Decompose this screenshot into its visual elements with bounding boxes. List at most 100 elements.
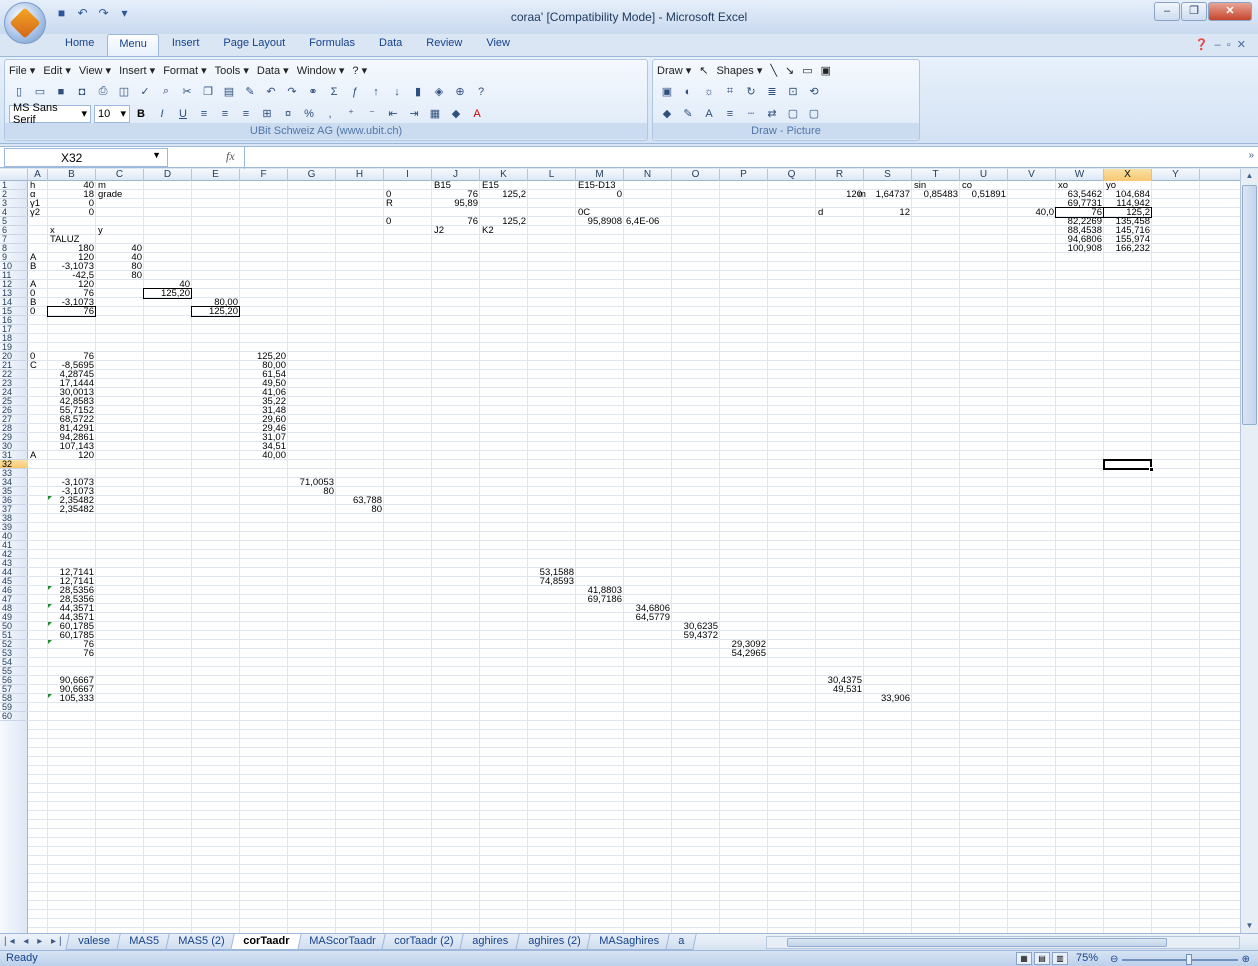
cell-F31[interactable]: 40,00	[240, 451, 288, 461]
sheet-tab[interactable]: MASaghires	[586, 934, 672, 950]
office-button[interactable]	[4, 2, 46, 44]
cell-C2[interactable]: grade	[96, 190, 144, 200]
cell-C6[interactable]: y	[96, 226, 144, 236]
spelling-icon[interactable]: ✓	[135, 82, 155, 101]
cell-A21[interactable]: C	[28, 361, 48, 371]
copy-icon[interactable]: ❐	[198, 82, 218, 101]
line-color-icon[interactable]: ✎	[678, 104, 698, 123]
name-box[interactable]: X32 ▼	[4, 148, 168, 167]
help-icon[interactable]: ?	[471, 82, 491, 101]
page-layout-view-icon[interactable]: ▤	[1034, 952, 1050, 965]
decrease-decimal-icon[interactable]: ⁻	[362, 104, 382, 123]
cell-M47[interactable]: 69,7186	[576, 595, 624, 605]
comma-icon[interactable]: ,	[320, 104, 340, 123]
chevron-down-icon[interactable]: ▼	[152, 150, 161, 160]
cell-J6[interactable]: J2	[432, 226, 480, 236]
column-header-O[interactable]: O	[672, 169, 720, 181]
cell-B4[interactable]: 0	[48, 208, 96, 218]
dash-style-icon[interactable]: ┄	[741, 104, 761, 123]
borders-icon[interactable]: ▦	[425, 104, 445, 123]
menu-view[interactable]: View ▾	[79, 64, 111, 77]
cell-P53[interactable]: 54,2965	[720, 649, 768, 659]
new-icon[interactable]: ▯	[9, 82, 29, 101]
close-button[interactable]: ✕	[1208, 2, 1252, 21]
hyperlink-icon[interactable]: ⚭	[303, 82, 323, 101]
arrow-style-icon[interactable]: ⇄	[762, 104, 782, 123]
cell-B31[interactable]: 120	[48, 451, 96, 461]
column-header-N[interactable]: N	[624, 169, 672, 181]
column-header-I[interactable]: I	[384, 169, 432, 181]
zoom-in-icon[interactable]: ⊕	[1242, 954, 1250, 965]
page-break-view-icon[interactable]: ▥	[1052, 952, 1068, 965]
column-header-Y[interactable]: Y	[1152, 169, 1200, 181]
scroll-up-icon[interactable]: ▲	[1242, 169, 1257, 183]
cell-B37[interactable]: 2,35482	[48, 505, 96, 515]
select-objects-icon[interactable]: ↖	[699, 64, 708, 77]
cell-A15[interactable]: 0	[28, 307, 48, 317]
cell-V4[interactable]: 40,0	[1008, 208, 1056, 218]
column-header-Q[interactable]: Q	[768, 169, 816, 181]
horizontal-scroll-thumb[interactable]	[787, 938, 1167, 947]
italic-button[interactable]: I	[152, 104, 172, 123]
zoom-knob[interactable]	[1185, 953, 1192, 965]
bold-button[interactable]: B	[131, 104, 151, 123]
cell-B58[interactable]: 105,333	[48, 694, 96, 704]
tab-data[interactable]: Data	[368, 34, 413, 56]
print-preview-icon[interactable]: ◫	[114, 82, 134, 101]
font-color-icon[interactable]: A	[699, 104, 719, 123]
active-cell[interactable]	[1103, 459, 1154, 472]
shadow-icon[interactable]: ▢	[783, 104, 803, 123]
print-icon[interactable]: ⎙	[93, 82, 113, 101]
compress-icon[interactable]: ⊡	[783, 82, 803, 101]
cell-S58[interactable]: 33,906	[864, 694, 912, 704]
expand-formula-icon[interactable]: »	[1248, 150, 1254, 161]
column-header-F[interactable]: F	[240, 169, 288, 181]
rotate-icon[interactable]: ↻	[741, 82, 761, 101]
cell-C11[interactable]: 80	[96, 271, 144, 281]
zoom-level[interactable]: 75%	[1076, 952, 1098, 964]
scroll-down-icon[interactable]: ▼	[1242, 919, 1257, 933]
sheet-tab[interactable]: MAS5 (2)	[165, 934, 237, 950]
arrow-icon[interactable]: ↘	[785, 64, 794, 77]
cell-N5[interactable]: 6,4E-06	[624, 217, 672, 227]
column-header-G[interactable]: G	[288, 169, 336, 181]
sheet-tab[interactable]: aghires (2)	[514, 934, 593, 950]
menu-tools[interactable]: Tools ▾	[215, 64, 249, 77]
draw-menu[interactable]: Draw ▾	[657, 64, 691, 77]
error-indicator-icon[interactable]	[48, 622, 52, 626]
cell-K2[interactable]: 125,2	[480, 190, 528, 200]
menu-format[interactable]: Format ▾	[163, 64, 206, 77]
sheet-navigation[interactable]: |◂ ◂ ▸ ▸|	[4, 936, 65, 947]
brightness-icon[interactable]: ☼	[699, 82, 719, 101]
cell-R57[interactable]: 49,531	[816, 685, 864, 695]
permission-icon[interactable]: ◘	[72, 82, 92, 101]
menu-help[interactable]: ? ▾	[352, 64, 367, 77]
error-indicator-icon[interactable]	[48, 604, 52, 608]
sheet-tab[interactable]: a	[665, 934, 697, 950]
column-header-H[interactable]: H	[336, 169, 384, 181]
zoom-out-icon[interactable]: ⊖	[1110, 954, 1118, 965]
cell-L45[interactable]: 74,8593	[528, 577, 576, 587]
insert-picture-icon[interactable]: ▣	[657, 82, 677, 101]
reset-picture-icon[interactable]: ⟲	[804, 82, 824, 101]
picture-icon[interactable]: ▣	[821, 64, 831, 77]
font-name-select[interactable]: MS Sans Serif ▾	[9, 102, 91, 126]
tab-formulas[interactable]: Formulas	[298, 34, 366, 56]
tab-page-layout[interactable]: Page Layout	[212, 34, 296, 56]
paste-icon[interactable]: ▤	[219, 82, 239, 101]
undo-icon[interactable]: ↶	[261, 82, 281, 101]
align-left-icon[interactable]: ≡	[194, 104, 214, 123]
sort-asc-icon[interactable]: ↑	[366, 82, 386, 101]
vertical-scroll-thumb[interactable]	[1242, 185, 1257, 425]
cell-J3[interactable]: 95,89	[432, 199, 480, 209]
worksheet-grid[interactable]: ABCDEFGHIJKLMNOPQRSTUVWXY 1 2 3 4 5 6 7 8 9 10 11 1…	[0, 169, 1240, 933]
tab-review[interactable]: Review	[415, 34, 473, 56]
sheet-tab[interactable]: MAS5	[116, 934, 172, 950]
normal-view-icon[interactable]: ▦	[1016, 952, 1032, 965]
line-weight-icon[interactable]: ≡	[720, 104, 740, 123]
horizontal-scrollbar[interactable]	[766, 936, 1240, 949]
line-style-icon[interactable]: ≣	[762, 82, 782, 101]
column-header-L[interactable]: L	[528, 169, 576, 181]
percent-icon[interactable]: %	[299, 104, 319, 123]
redo-icon[interactable]: ↷	[282, 82, 302, 101]
